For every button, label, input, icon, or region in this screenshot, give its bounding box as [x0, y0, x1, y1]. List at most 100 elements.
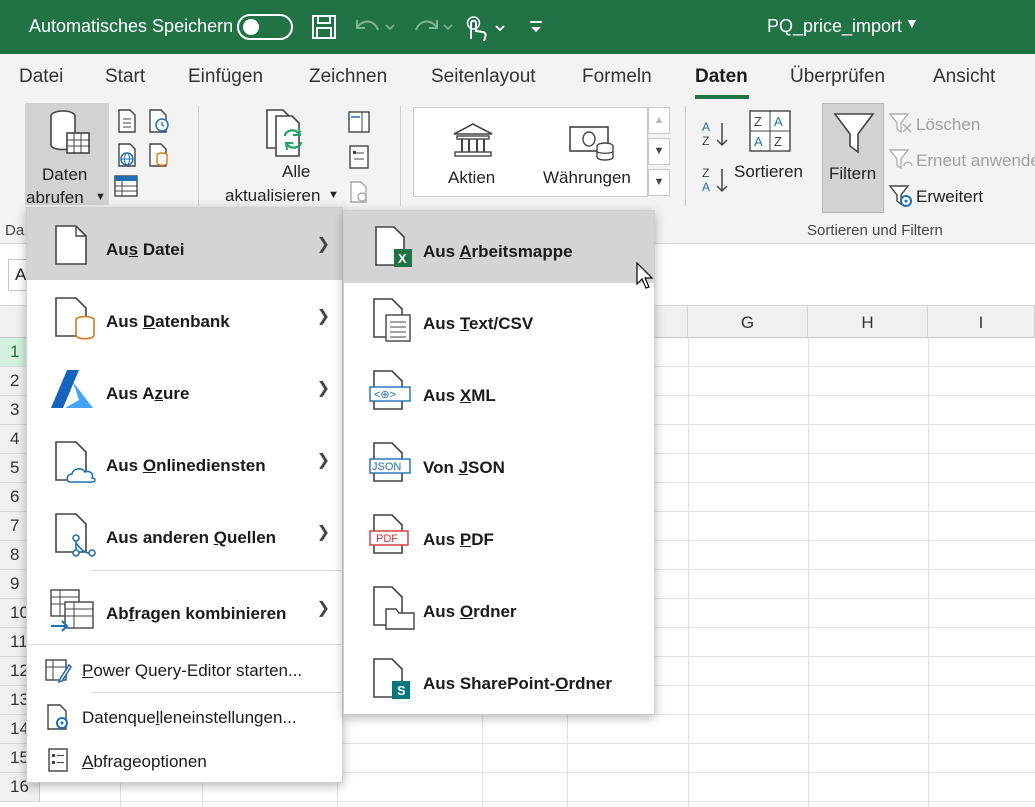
get-data-label-1: Daten [42, 165, 88, 184]
menu-item-from-file[interactable]: Aus Datei ❯ [27, 208, 342, 280]
menu-item-query-options-label: Abfrageoptionen [82, 752, 207, 771]
mouse-cursor-icon [636, 262, 654, 289]
menu-item-combine-queries[interactable]: Abfragen kombinieren ❯ [27, 572, 342, 644]
gallery-more-button[interactable]: ▼ [648, 169, 670, 196]
menu-item-from-azure[interactable]: Aus Azure ❯ [27, 352, 342, 424]
file-title[interactable]: PQ_price_import [767, 16, 902, 37]
tab-start[interactable]: Start [105, 66, 145, 88]
from-table-icon[interactable] [113, 174, 139, 198]
filter-button[interactable]: Filtern [822, 103, 884, 213]
stocks-label[interactable]: Aktien [448, 168, 495, 188]
ribbon-tabs: Datei Start Einfügen Zeichnen Seitenlayo… [0, 54, 1035, 100]
tab-daten[interactable]: Daten [695, 66, 748, 88]
column-header-h[interactable]: H [808, 306, 928, 338]
refresh-all-icon[interactable] [263, 108, 311, 160]
reapply-label[interactable]: Erneut anwenden [916, 151, 1035, 171]
recent-sources-icon[interactable] [147, 108, 171, 134]
chevron-right-icon: ❯ [316, 600, 330, 617]
get-data-button[interactable]: Daten abrufen ▼ [25, 103, 109, 207]
menu-item-from-xml[interactable]: <⊕> Aus XML [344, 355, 654, 427]
undo-icon[interactable] [352, 16, 398, 40]
menu-item-datasource-settings[interactable]: Datenquelleneinstellungen... [27, 695, 342, 739]
currencies-label[interactable]: Währungen [543, 168, 631, 188]
touch-mode-icon[interactable] [463, 15, 513, 43]
from-web-icon[interactable] [116, 142, 140, 168]
text-csv-icon [373, 298, 411, 342]
advanced-filter-icon[interactable] [888, 184, 914, 208]
from-text-icon[interactable] [116, 108, 138, 134]
queries-connections-icon[interactable] [347, 110, 371, 134]
svg-text:Z: Z [702, 134, 709, 148]
xml-icon: <⊕> [369, 370, 411, 410]
other-sources-icon [55, 513, 96, 557]
chevron-right-icon: ❯ [316, 308, 330, 325]
save-icon[interactable] [311, 14, 337, 40]
existing-connections-icon[interactable] [147, 142, 171, 168]
column-header-g[interactable]: G [688, 306, 808, 338]
tab-ansicht[interactable]: Ansicht [933, 66, 995, 88]
menu-item-from-text-csv[interactable]: Aus Text/CSV [344, 283, 654, 355]
menu-item-from-online-services[interactable]: Aus Onlinediensten ❯ [27, 424, 342, 496]
menu-item-from-sharepoint-folder[interactable]: S Aus SharePoint-Ordner [344, 643, 654, 715]
customize-qat-icon[interactable] [527, 18, 545, 36]
menu-item-from-database[interactable]: Aus Datenbank ❯ [27, 280, 342, 352]
autosave-label: Automatisches Speichern [29, 16, 234, 36]
gallery-down-button[interactable]: ▼ [648, 138, 670, 165]
tab-datei[interactable]: Datei [19, 66, 63, 88]
svg-text:JSON: JSON [372, 461, 401, 473]
edit-links-icon[interactable] [348, 180, 372, 204]
svg-text:A: A [754, 134, 763, 149]
database-file-icon [55, 297, 95, 340]
datasource-settings-icon [47, 704, 68, 730]
redo-icon[interactable] [410, 16, 456, 40]
chevron-right-icon: ❯ [316, 380, 330, 397]
combine-queries-icon [50, 589, 94, 632]
svg-text:X: X [398, 251, 407, 266]
gallery-up-button[interactable]: ▲ [648, 107, 670, 134]
autosave-toggle[interactable] [237, 14, 293, 40]
refresh-dropdown-icon[interactable]: ▼ [328, 189, 339, 201]
menu-item-from-json[interactable]: JSON Von JSON [344, 427, 654, 499]
menu-item-from-other-sources-label: Aus anderen Quellen [106, 528, 277, 547]
menu-item-from-folder[interactable]: Aus Ordner [344, 571, 654, 643]
get-data-dropdown-icon: ▼ [95, 191, 106, 203]
svg-text:<⊕>: <⊕> [374, 389, 396, 401]
title-dropdown-icon[interactable]: ▼ [905, 15, 919, 31]
tab-seitenlayout[interactable]: Seitenlayout [431, 66, 536, 88]
clear-filter-label[interactable]: Löschen [916, 115, 980, 135]
menu-item-from-other-sources[interactable]: Aus anderen Quellen ❯ [27, 496, 342, 568]
azure-icon [51, 370, 93, 408]
tab-ueberpruefen[interactable]: Überprüfen [790, 66, 885, 88]
svg-text:A: A [774, 114, 783, 129]
menu-item-from-azure-label: Aus Azure [106, 384, 190, 403]
properties-icon[interactable] [348, 144, 370, 170]
sort-dialog-icon[interactable]: Z AA Z [748, 109, 792, 153]
gallery-scroll: ▲ ▼ ▼ [648, 107, 670, 197]
clear-filter-icon[interactable] [888, 112, 914, 134]
excel-workbook-icon: X [375, 226, 412, 267]
currencies-icon[interactable] [567, 124, 617, 162]
sort-za-icon[interactable]: ZA [701, 166, 731, 194]
menu-item-from-xml-label: Aus XML [423, 386, 496, 405]
pdf-icon: PDF [369, 514, 409, 554]
stocks-icon[interactable] [452, 122, 494, 158]
menu-item-from-workbook[interactable]: X Aus Arbeitsmappe [344, 211, 654, 283]
tab-einfuegen[interactable]: Einfügen [188, 66, 263, 88]
tab-zeichnen[interactable]: Zeichnen [309, 66, 387, 88]
menu-item-query-options[interactable]: Abfrageoptionen [27, 739, 342, 783]
advanced-filter-label[interactable]: Erweitert [916, 187, 983, 207]
menu-item-from-folder-label: Aus Ordner [423, 602, 517, 621]
tab-formeln[interactable]: Formeln [582, 66, 652, 88]
menu-item-power-query-editor-label: Power Query-Editor starten... [82, 661, 303, 680]
active-tab-indicator [695, 95, 749, 99]
menu-item-from-pdf[interactable]: PDF Aus PDF [344, 499, 654, 571]
filter-funnel-icon [833, 113, 875, 154]
from-file-submenu: X Aus Arbeitsmappe Aus Text/CSV <⊕> Aus … [343, 210, 655, 715]
reapply-icon[interactable] [888, 148, 914, 170]
filter-label: Filtern [829, 164, 877, 183]
column-header-i[interactable]: I [928, 306, 1035, 338]
svg-text:PDF: PDF [376, 533, 398, 545]
sort-label[interactable]: Sortieren [734, 162, 803, 182]
menu-item-power-query-editor[interactable]: Power Query-Editor starten... [27, 648, 342, 692]
sort-az-icon[interactable]: AZ [701, 120, 731, 148]
